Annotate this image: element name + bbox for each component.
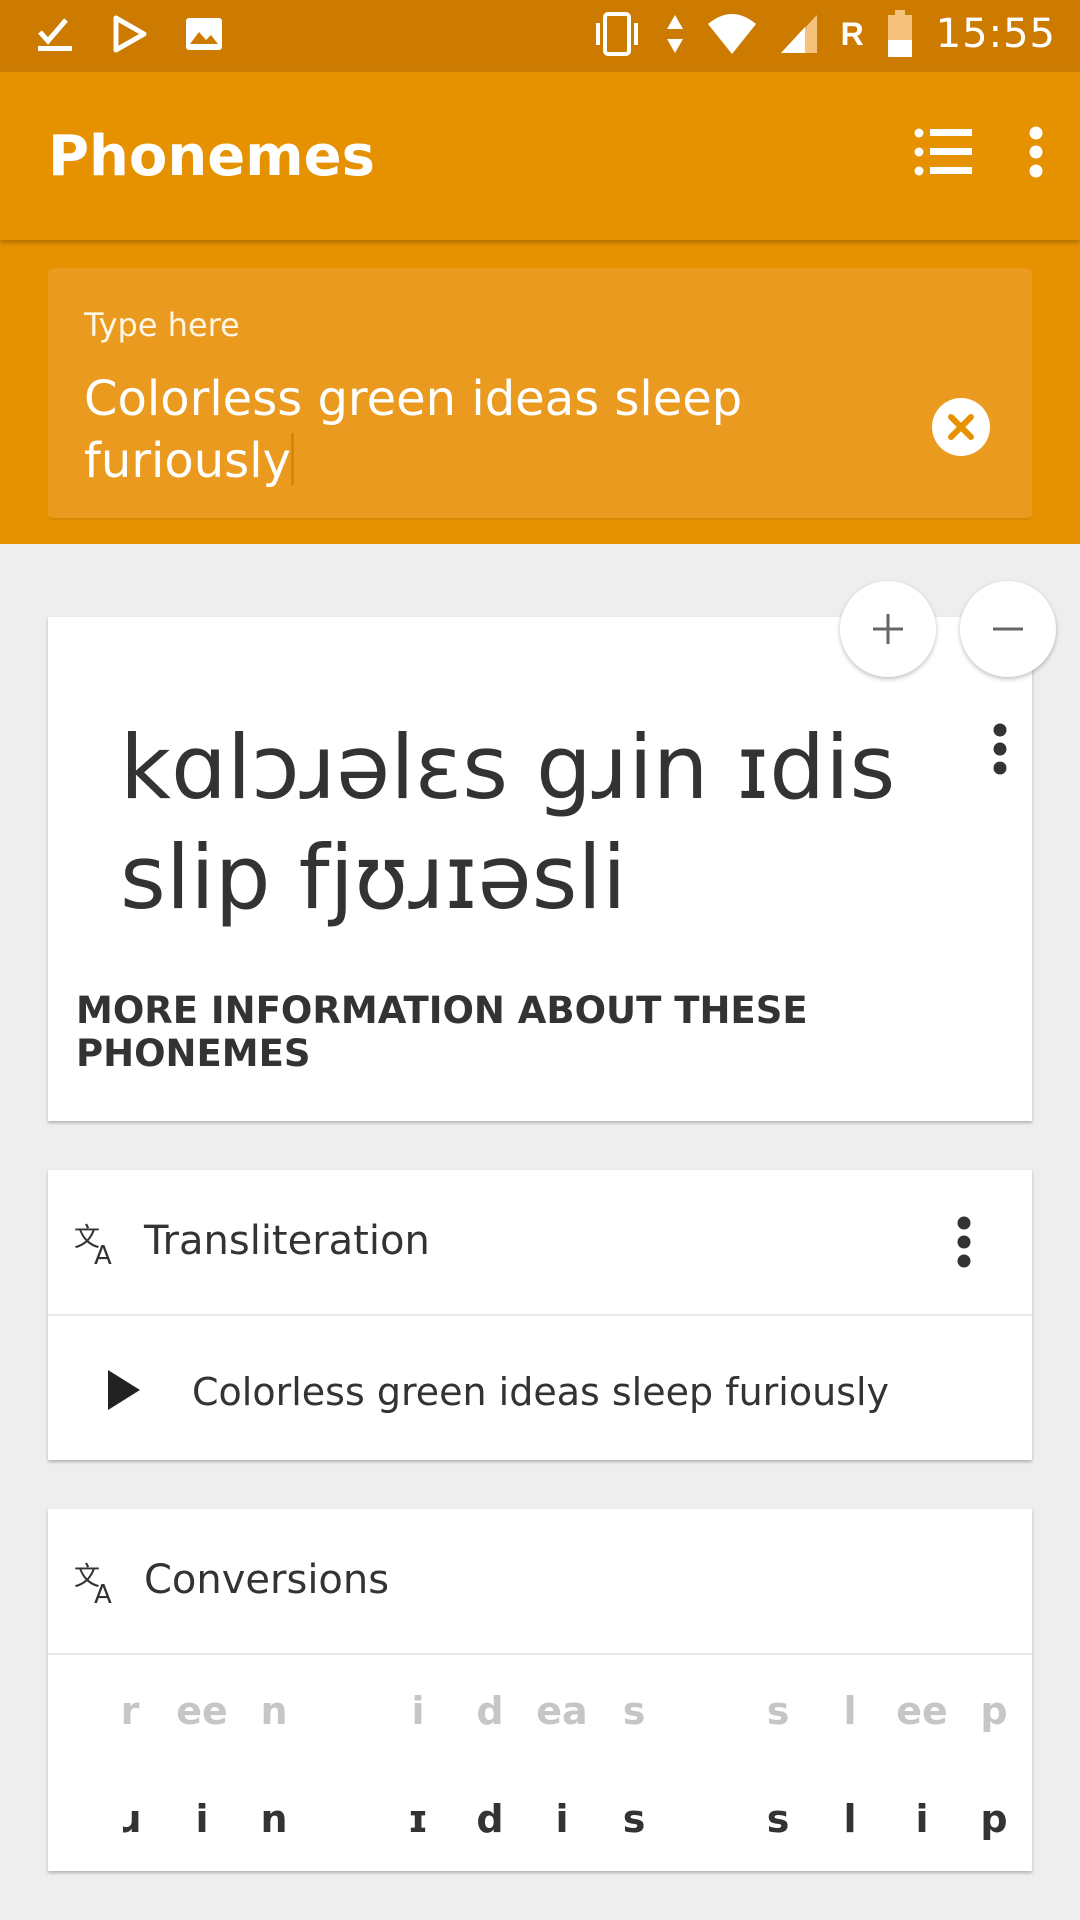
data-transfer-icon — [666, 15, 683, 53]
image-icon — [186, 18, 222, 50]
text-input-field[interactable]: Type here Colorless green ideas sleep fu… — [48, 268, 1032, 520]
input-region: Type here Colorless green ideas sleep fu… — [0, 240, 1080, 544]
signal-icon — [780, 15, 817, 53]
text-caret — [290, 433, 294, 485]
notification-icons — [36, 14, 224, 54]
conversions-header: 文 A Conversions — [48, 1509, 1032, 1655]
play-icon — [108, 1370, 140, 1410]
clock: 15:55 — [935, 11, 1056, 57]
play-button[interactable] — [104, 1366, 144, 1419]
phoneme-card: kɑlɔɹəlɛs gɹin ɪdis slip fjʊɹɪəsli MORE … — [48, 617, 1032, 1121]
overflow-menu-icon — [993, 723, 1007, 775]
translate-icon: 文 A — [74, 1223, 112, 1266]
conversion-source-item: l — [843, 1689, 857, 1733]
vibrate-icon — [595, 12, 638, 56]
status-bar: R 15:55 — [0, 0, 1080, 72]
conversion-target-item: d — [476, 1797, 504, 1841]
svg-text:A: A — [94, 1580, 112, 1605]
transliteration-menu-button[interactable] — [956, 1216, 972, 1273]
transliteration-card: 文 A Transliteration Colorless green idea… — [48, 1170, 1032, 1460]
conversions-title: Conversions — [144, 1557, 390, 1603]
conversion-target-item: p — [980, 1797, 1008, 1841]
transliteration-title: Transliteration — [144, 1218, 430, 1264]
conversion-source-item: n — [260, 1689, 288, 1733]
system-icons: R 15:55 — [591, 10, 1056, 58]
battery-icon — [887, 10, 912, 57]
conversion-source-item: ea — [536, 1689, 588, 1733]
transliteration-text: Colorless green ideas sleep furiously — [192, 1370, 890, 1414]
app-actions — [914, 126, 1044, 178]
zoom-in-button[interactable] — [840, 581, 936, 677]
conversion-target-item: n — [260, 1797, 288, 1841]
zoom-out-button[interactable] — [960, 581, 1056, 677]
conversion-source-item: i — [411, 1689, 425, 1733]
download-done-icon — [38, 18, 72, 51]
conversion-target-item: i — [195, 1797, 209, 1841]
close-icon — [948, 414, 974, 440]
conversion-target-item: s — [766, 1797, 790, 1841]
ipa-transcription: kɑlɔɹəlɛs gɹin ɪdis slip fjʊɹɪəsli — [120, 716, 896, 929]
more-info-button[interactable]: MORE INFORMATION ABOUT THESE PHONEMES — [76, 989, 1032, 1075]
conversion-source-item: s — [766, 1689, 790, 1733]
conversion-target-item: ɪ — [407, 1797, 429, 1841]
translate-icon: 文 A — [74, 1562, 112, 1605]
conversions-card: 文 A Conversions r ee n i d ea s s l ee p… — [48, 1509, 1032, 1871]
overflow-menu-icon[interactable] — [1028, 126, 1044, 178]
wifi-icon — [707, 14, 756, 54]
list-icon[interactable] — [914, 127, 972, 177]
conversion-source-item: ee — [176, 1689, 228, 1733]
conversion-source-item: ee — [896, 1689, 948, 1733]
phoneme-card-menu-button[interactable] — [992, 723, 1008, 780]
conversion-source-item: p — [980, 1689, 1008, 1733]
conversion-source-item: d — [476, 1689, 504, 1733]
app-bar: Phonemes — [0, 72, 1080, 240]
conversion-target-item: s — [622, 1797, 646, 1841]
clear-input-button[interactable] — [932, 398, 990, 456]
input-value-text: Colorless green ideas sleep furiously — [84, 371, 743, 489]
input-label: Type here — [84, 306, 240, 344]
minus-icon — [993, 627, 1023, 631]
play-store-icon — [113, 15, 147, 53]
svg-text:A: A — [94, 1241, 112, 1266]
conversion-source-item: s — [622, 1689, 646, 1733]
transliteration-header: 文 A Transliteration — [48, 1170, 1032, 1316]
conversion-target-item: i — [555, 1797, 569, 1841]
roaming-indicator: R — [840, 15, 864, 52]
input-value[interactable]: Colorless green ideas sleep furiously — [84, 368, 884, 492]
app-title: Phonemes — [48, 124, 375, 189]
conversion-source-item: r — [120, 1689, 140, 1733]
conversion-target-item: ɹ — [119, 1797, 141, 1841]
overflow-menu-icon — [957, 1216, 971, 1268]
plus-icon — [873, 614, 903, 644]
conversion-target-item: l — [843, 1797, 857, 1841]
conversion-target-item: i — [915, 1797, 929, 1841]
